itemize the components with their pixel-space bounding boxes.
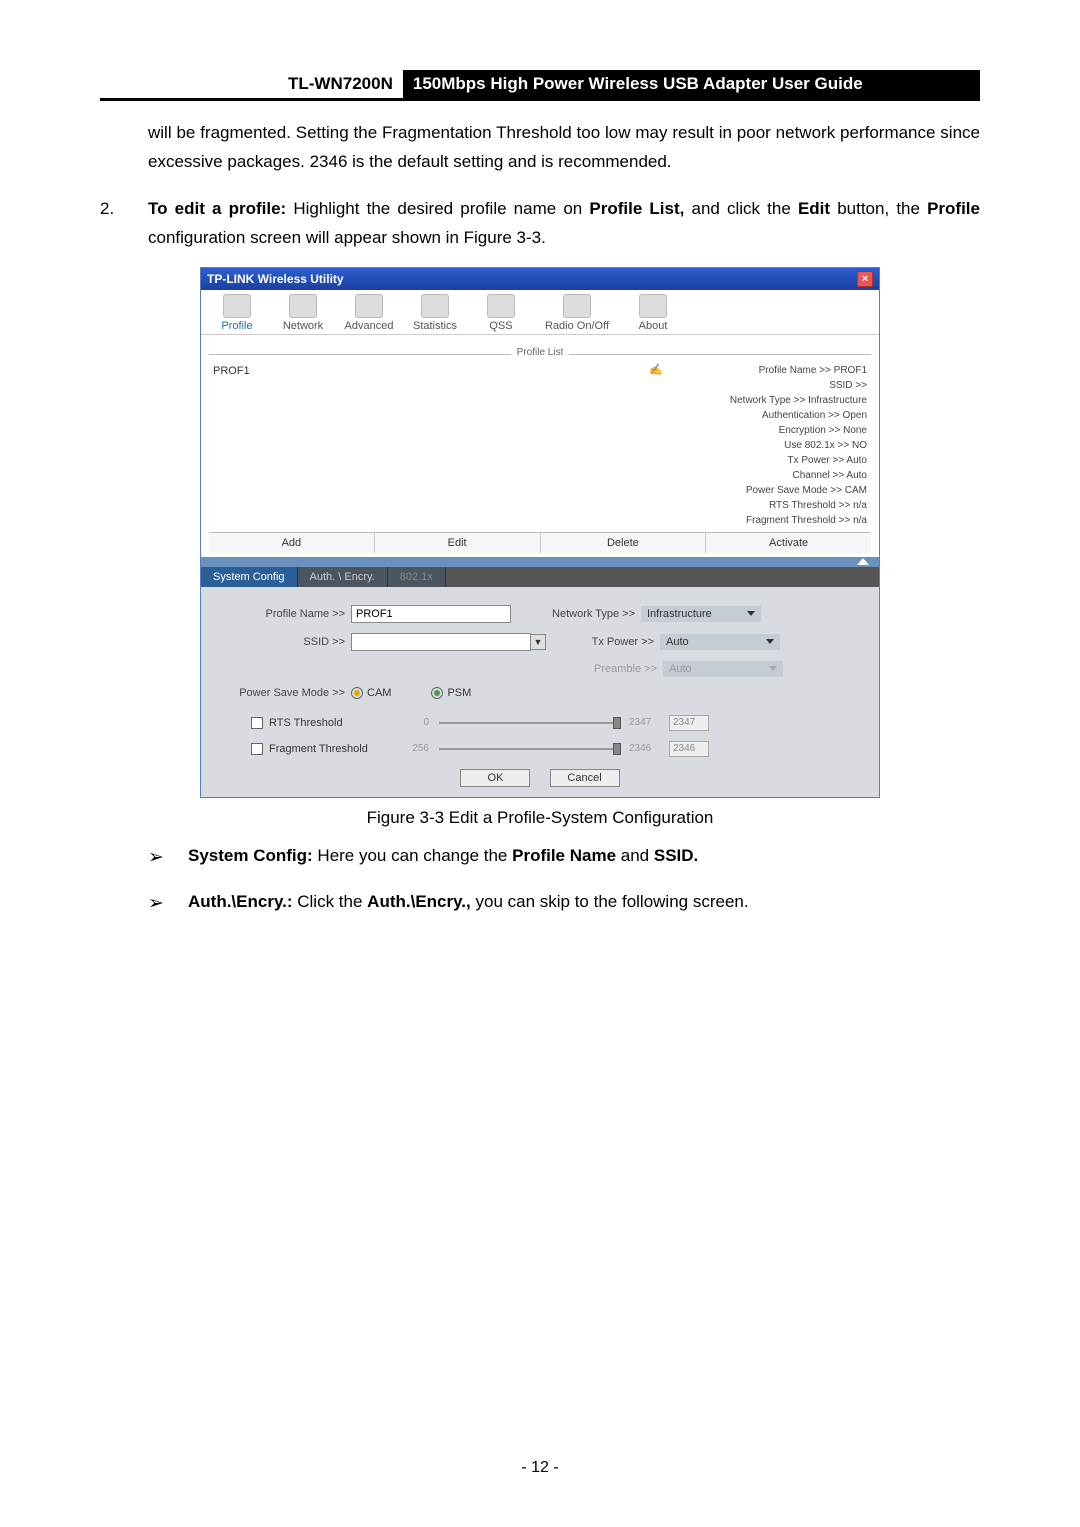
tab-8021x: 802.1x [388,567,446,587]
ssid-label: SSID >> [221,636,351,648]
config-tabs: System Config Auth. \ Encry. 802.1x [201,567,879,587]
titlebar[interactable]: TP-LINK Wireless Utility × [201,268,879,290]
preamble-select: Auto [663,661,783,677]
cam-radio[interactable] [351,687,363,699]
frag-value-box: 2346 [669,741,709,757]
rts-slider[interactable] [439,722,619,724]
bullet-auth-encry: ➢ Auth.\Encry.: Click the Auth.\Encry., … [148,888,980,920]
bullet-icon: ➢ [148,842,188,874]
model-label: TL-WN7200N [278,70,403,98]
chevron-down-icon [769,666,777,671]
txpower-select[interactable]: Auto [660,634,780,650]
advanced-icon [355,294,383,318]
nav-advanced[interactable]: Advanced [339,294,399,332]
utility-window: TP-LINK Wireless Utility × Profile Netwo… [200,267,880,798]
psm-label: Power Save Mode >> [221,687,351,699]
step-text: To edit a profile: Highlight the desired… [148,195,980,253]
chevron-down-icon [747,611,755,616]
page-number: - 12 - [0,1459,1080,1477]
slider-thumb[interactable] [613,717,621,729]
ok-button[interactable]: OK [460,769,530,787]
psm-radio[interactable] [431,687,443,699]
frag-checkbox[interactable] [251,743,263,755]
ssid-input[interactable] [351,633,531,651]
about-icon [639,294,667,318]
radio-icon [563,294,591,318]
step-2: 2. To edit a profile: Highlight the desi… [100,195,980,253]
nav-qss[interactable]: QSS [471,294,531,332]
frag-label: Fragment Threshold [269,743,389,755]
frag-slider[interactable] [439,748,619,750]
add-button[interactable]: Add [209,533,375,553]
profile-list[interactable]: PROF1 [209,359,641,383]
nav-profile[interactable]: Profile [207,294,267,332]
guide-title: 150Mbps High Power Wireless USB Adapter … [403,70,980,98]
rts-label: RTS Threshold [269,717,389,729]
preamble-label: Preamble >> [563,663,663,675]
bullet-icon: ➢ [148,888,188,920]
activate-button[interactable]: Activate [706,533,871,553]
profile-icon [223,294,251,318]
network-icon [289,294,317,318]
rts-checkbox[interactable] [251,717,263,729]
doc-header: TL-WN7200N 150Mbps High Power Wireless U… [100,70,980,101]
nav-statistics[interactable]: Statistics [405,294,465,332]
nav-about[interactable]: About [623,294,683,332]
profile-list-header: Profile List [209,341,871,355]
tab-auth-encry[interactable]: Auth. \ Encry. [298,567,388,587]
statistics-icon [421,294,449,318]
step-number: 2. [100,195,148,253]
profile-name-input[interactable] [351,605,511,623]
bullet-system-config: ➢ System Config: Here you can change the… [148,842,980,874]
nav-toolbar: Profile Network Advanced Statistics QSS … [201,290,879,335]
close-icon[interactable]: × [857,271,873,287]
figure-caption: Figure 3-3 Edit a Profile-System Configu… [100,808,980,828]
collapse-handle[interactable] [201,557,879,567]
hand-icon: ✍ [641,359,671,376]
network-type-label: Network Type >> [541,608,641,620]
network-type-select[interactable]: Infrastructure [641,606,761,622]
profile-name-label: Profile Name >> [221,608,351,620]
delete-button[interactable]: Delete [541,533,707,553]
nav-network[interactable]: Network [273,294,333,332]
slider-thumb[interactable] [613,743,621,755]
rts-value-box: 2347 [669,715,709,731]
profile-details: Profile Name >> PROF1 SSID >> Network Ty… [671,359,871,532]
system-config-panel: Profile Name >> Network Type >> Infrastr… [201,587,879,797]
profile-entry[interactable]: PROF1 [213,365,637,377]
fragment-paragraph: will be fragmented. Setting the Fragment… [148,119,980,177]
tab-system-config[interactable]: System Config [201,567,298,587]
nav-radio[interactable]: Radio On/Off [537,294,617,332]
qss-icon [487,294,515,318]
txpower-label: Tx Power >> [560,636,660,648]
profile-section: Profile List PROF1 ✍ Profile Name >> PRO… [201,335,879,557]
app-title: TP-LINK Wireless Utility [207,272,344,286]
cancel-button[interactable]: Cancel [550,769,620,787]
ssid-dropdown-icon[interactable]: ▼ [530,634,546,650]
chevron-up-icon [857,558,869,565]
edit-profile-label: To edit a profile: [148,199,286,218]
chevron-down-icon [766,639,774,644]
profile-actions: Add Edit Delete Activate [209,532,871,553]
edit-button[interactable]: Edit [375,533,541,553]
